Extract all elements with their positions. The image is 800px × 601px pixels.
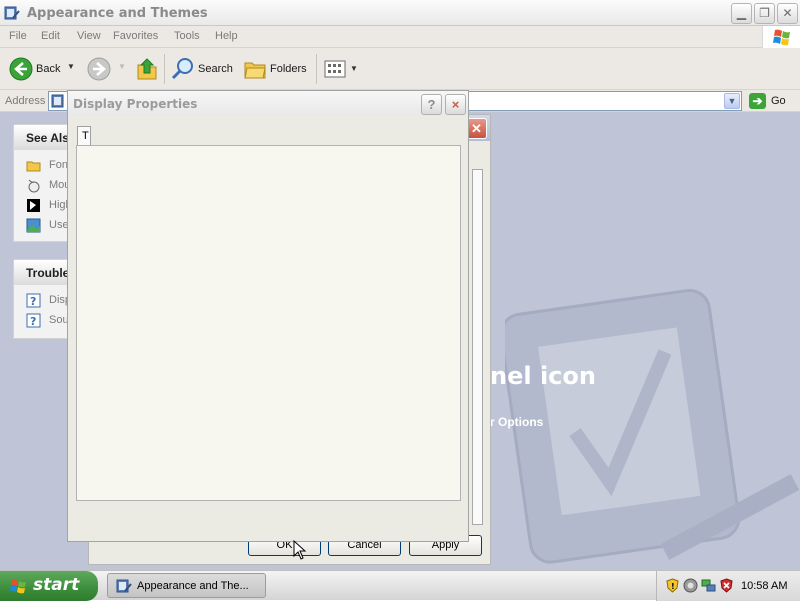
up-folder-icon[interactable]	[136, 57, 158, 81]
dialog-title-bar: Display Properties ? ×	[68, 91, 468, 116]
clock: 10:58 AM	[741, 580, 788, 592]
go-button[interactable]: Go	[771, 95, 786, 107]
control-panel-icon	[4, 6, 20, 20]
help-icon: ?	[26, 293, 41, 308]
forward-arrow-icon[interactable]	[87, 57, 111, 81]
high-contrast-icon	[27, 199, 40, 212]
go-arrow-icon[interactable]: ➔	[749, 93, 766, 109]
start-label: start	[33, 575, 80, 595]
minimize-button[interactable]: ▁	[731, 3, 752, 24]
svg-text:?: ?	[30, 315, 36, 328]
views-icon[interactable]	[324, 60, 346, 78]
address-dropdown-button[interactable]: ▼	[724, 93, 740, 109]
background-dialog-close-button[interactable]: ✕	[466, 118, 487, 139]
security-alert-icon[interactable]	[719, 578, 734, 593]
taskbar-item-appearance[interactable]: Appearance and The...	[107, 573, 266, 598]
watermark-subtitle: r Options	[490, 415, 544, 429]
display-watermark-icon	[505, 288, 800, 564]
svg-text:!: !	[671, 582, 675, 591]
close-icon: ✕	[471, 121, 482, 136]
toolbar-separator	[164, 54, 165, 84]
close-icon: ×	[451, 97, 460, 112]
dialog-title: Display Properties	[73, 97, 198, 111]
window-title: Appearance and Themes	[27, 6, 208, 21]
folders-icon[interactable]	[243, 57, 267, 81]
restore-icon: ❐	[759, 6, 770, 20]
tab-themes[interactable]: T	[77, 126, 91, 146]
mouse-cursor-icon	[293, 540, 307, 560]
system-tray: ! 10:58 AM	[656, 571, 800, 601]
watermark-title: nel icon	[490, 362, 596, 390]
menu-tools[interactable]: Tools	[174, 30, 200, 42]
toolbar-separator	[316, 54, 317, 84]
network-icon[interactable]	[701, 578, 716, 593]
back-arrow-icon[interactable]	[9, 57, 33, 81]
forward-dropdown-icon[interactable]: ▼	[118, 62, 126, 71]
help-icon: ?	[26, 313, 41, 328]
menu-bar: File Edit View Favorites Tools Help	[0, 26, 800, 48]
start-button[interactable]: start	[0, 571, 98, 601]
display-properties-dialog: Display Properties ? × T	[67, 90, 469, 542]
menu-edit[interactable]: Edit	[41, 30, 60, 42]
menu-help[interactable]: Help	[215, 30, 238, 42]
search-button[interactable]: Search	[198, 63, 233, 75]
windows-flag-icon	[773, 29, 790, 46]
volume-icon[interactable]	[683, 578, 698, 593]
close-icon: ✕	[782, 6, 793, 20]
folders-button[interactable]: Folders	[270, 63, 307, 75]
views-dropdown-icon[interactable]: ▼	[350, 64, 358, 73]
menu-favorites[interactable]: Favorites	[113, 30, 158, 42]
dialog-tab-panel	[76, 145, 461, 501]
fonts-folder-icon	[26, 161, 41, 172]
background-dialog-panel	[472, 169, 483, 525]
address-label: Address	[5, 95, 46, 107]
user-picture-icon	[26, 218, 41, 233]
taskbar: start Appearance and The... ! 10:58 AM	[0, 570, 800, 601]
minimize-icon: ▁	[736, 6, 747, 20]
windows-flag-icon	[10, 579, 26, 594]
back-dropdown-icon[interactable]: ▼	[67, 62, 75, 71]
security-shield-icon[interactable]: !	[665, 578, 680, 593]
dialog-help-button[interactable]: ?	[421, 94, 442, 115]
menu-file[interactable]: File	[9, 30, 27, 42]
explorer-title-bar: Appearance and Themes ▁ ❐ ✕	[0, 0, 800, 26]
search-icon[interactable]	[171, 57, 195, 81]
back-button[interactable]: Back	[36, 63, 60, 75]
dialog-close-button[interactable]: ×	[445, 94, 466, 115]
help-icon: ?	[427, 97, 436, 112]
control-panel-icon	[51, 94, 64, 108]
restore-button[interactable]: ❐	[754, 3, 775, 24]
menu-view[interactable]: View	[77, 30, 101, 42]
control-panel-icon	[116, 579, 132, 593]
svg-text:?: ?	[30, 295, 36, 308]
toolbar: Back ▼ ▼ Search Folders ▼	[0, 48, 800, 90]
close-window-button[interactable]: ✕	[777, 3, 798, 24]
windows-logo	[762, 26, 800, 48]
taskbar-item-label: Appearance and The...	[137, 580, 249, 592]
mouse-icon	[28, 179, 40, 193]
chevron-down-icon: ▼	[727, 96, 737, 106]
